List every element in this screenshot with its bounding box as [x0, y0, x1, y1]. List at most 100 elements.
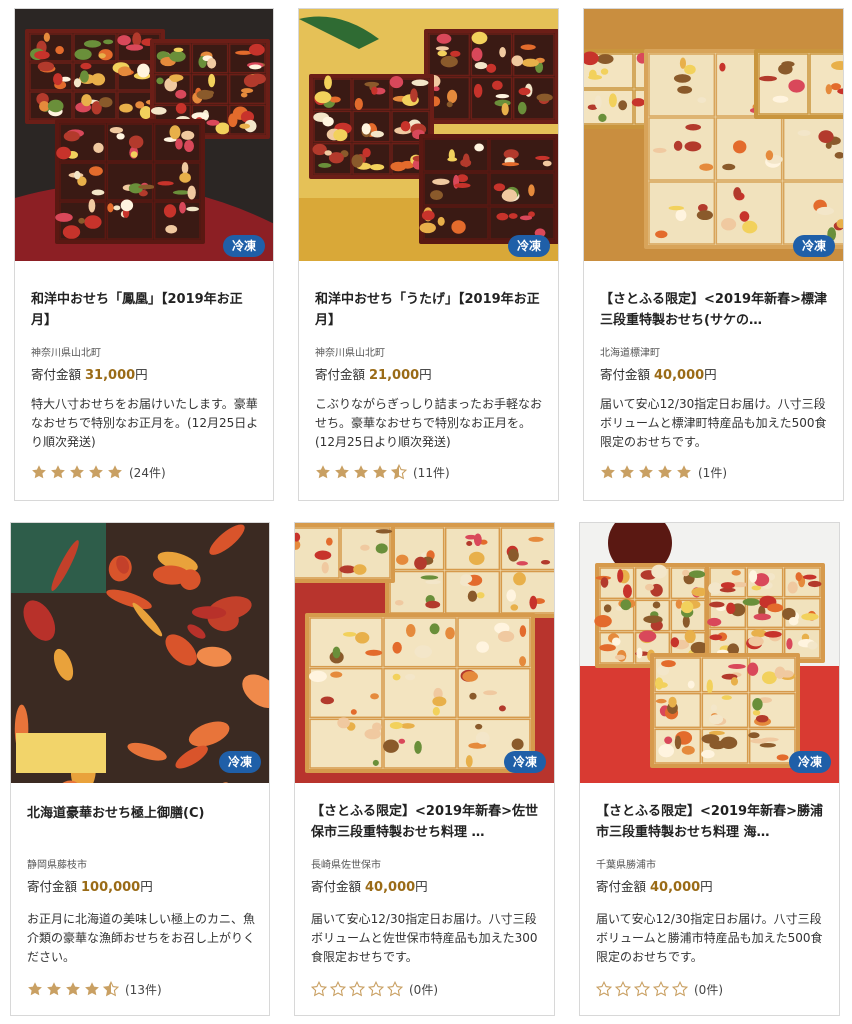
product-description: 特大八寸おせちをお届けいたします。豪華なおせちで特別なお正月を。(12月25日よ… [31, 397, 259, 449]
municipality-label: 北海道標津町 [600, 348, 660, 359]
price-amount: 21,000 [369, 368, 420, 383]
product-title[interactable]: 【さとふる限定】<2019年新春>佐世保市三段重特製おせち料理 … [311, 801, 542, 843]
price-unit: 円 [700, 879, 713, 894]
municipality-label: 長崎県佐世保市 [311, 860, 381, 871]
rating: (13件) [27, 981, 162, 997]
product-description: 届いて安心12/30指定日お届け。八寸三段ボリュームと標津町特産品も加えた500… [600, 397, 827, 449]
product-card[interactable]: 冷凍 北海道豪華おせち極上御膳(C) 静岡県藤枝市 寄付金額 100,000円 … [10, 522, 270, 1016]
product-title[interactable]: 北海道豪華おせち極上御膳(C) [27, 803, 257, 824]
frozen-badge: 冷凍 [507, 235, 550, 257]
donation-amount: 寄付金額 100,000円 [27, 878, 153, 897]
donation-amount: 寄付金額 21,000円 [315, 366, 432, 385]
price-label: 寄付金額 [31, 367, 82, 382]
star-outline-icon [330, 981, 346, 997]
rating: (11件) [315, 464, 450, 480]
star-filled-icon [32, 465, 46, 479]
price-label: 寄付金額 [27, 879, 78, 894]
star-rating [31, 464, 126, 480]
product-card[interactable]: 冷凍 【さとふる限定】<2019年新春>勝浦市三段重特製おせち料理 海… 千葉県… [579, 522, 840, 1016]
osechi-photo-illustration [11, 523, 269, 783]
star-outline-icon [615, 981, 631, 997]
review-count[interactable]: (0件) [409, 981, 438, 998]
donation-amount: 寄付金額 40,000円 [311, 878, 428, 897]
star-filled-icon [70, 465, 84, 479]
product-title[interactable]: 和洋中おせち「鳳凰」【2019年お正月】 [31, 289, 261, 331]
star-rating [311, 981, 406, 997]
product-card[interactable]: 冷凍 和洋中おせち「鳳凰」【2019年お正月】 神奈川県山北町 寄付金額 31,… [14, 8, 274, 501]
osechi-photo-illustration [15, 9, 273, 261]
star-outline-icon [349, 981, 365, 997]
review-count[interactable]: (1件) [698, 464, 727, 481]
review-count[interactable]: (0件) [694, 981, 723, 998]
star-filled-icon [47, 982, 61, 996]
product-description: こぶりながらぎっしり詰まったお手軽なおせち。豪華なおせちで特別なお正月を。(12… [315, 397, 543, 449]
price-amount: 40,000 [365, 880, 416, 895]
star-rating [600, 464, 695, 480]
price-label: 寄付金額 [311, 879, 362, 894]
star-outline-icon [311, 981, 327, 997]
price-label: 寄付金額 [596, 879, 647, 894]
rating: (0件) [311, 981, 438, 997]
star-filled-icon [316, 465, 330, 479]
product-photo[interactable] [580, 523, 839, 783]
product-card[interactable]: 冷凍 【さとふる限定】<2019年新春>標津三段重特製おせち(サケの… 北海道標… [583, 8, 844, 501]
osechi-photo-illustration [299, 9, 558, 261]
price-amount: 31,000 [85, 368, 136, 383]
star-rating [315, 464, 410, 480]
frozen-badge: 冷凍 [218, 751, 261, 773]
donation-amount: 寄付金額 40,000円 [596, 878, 713, 897]
osechi-photo-illustration [295, 523, 554, 783]
product-title[interactable]: 和洋中おせち「うたげ」【2019年お正月】 [315, 289, 546, 331]
review-count[interactable]: (24件) [129, 464, 166, 481]
frozen-badge: 冷凍 [792, 235, 835, 257]
donation-amount: 寄付金額 31,000円 [31, 366, 148, 385]
star-outline-icon [596, 981, 612, 997]
product-photo[interactable] [15, 9, 273, 261]
product-card[interactable]: 冷凍 【さとふる限定】<2019年新春>佐世保市三段重特製おせち料理 … 長崎県… [294, 522, 555, 1016]
price-unit: 円 [135, 367, 148, 382]
price-unit: 円 [419, 367, 432, 382]
star-half-icon [391, 464, 407, 480]
frozen-badge: 冷凍 [222, 235, 265, 257]
star-filled-icon [601, 465, 615, 479]
price-label: 寄付金額 [315, 367, 366, 382]
municipality-label: 神奈川県山北町 [31, 348, 101, 359]
star-filled-icon [85, 982, 99, 996]
star-outline-icon [634, 981, 650, 997]
review-count[interactable]: (11件) [413, 464, 450, 481]
frozen-badge: 冷凍 [788, 751, 831, 773]
product-title[interactable]: 【さとふる限定】<2019年新春>標津三段重特製おせち(サケの… [600, 289, 831, 331]
donation-amount: 寄付金額 40,000円 [600, 366, 717, 385]
product-title[interactable]: 【さとふる限定】<2019年新春>勝浦市三段重特製おせち料理 海… [596, 801, 827, 843]
review-count[interactable]: (13件) [125, 981, 162, 998]
star-filled-icon [66, 982, 80, 996]
municipality-label: 千葉県勝浦市 [596, 860, 656, 871]
star-outline-icon [387, 981, 403, 997]
product-photo[interactable] [299, 9, 558, 261]
product-card[interactable]: 冷凍 和洋中おせち「うたげ」【2019年お正月】 神奈川県山北町 寄付金額 21… [298, 8, 559, 501]
star-filled-icon [677, 465, 691, 479]
frozen-badge: 冷凍 [503, 751, 546, 773]
price-amount: 100,000 [81, 880, 141, 895]
price-unit: 円 [415, 879, 428, 894]
municipality-label: 神奈川県山北町 [315, 348, 385, 359]
price-unit: 円 [704, 367, 717, 382]
price-label: 寄付金額 [600, 367, 651, 382]
osechi-photo-illustration [580, 523, 839, 783]
product-description: 届いて安心12/30指定日お届け。八寸三段ボリュームと勝浦市特産品も加えた500… [596, 912, 823, 964]
star-filled-icon [354, 465, 368, 479]
star-filled-icon [639, 465, 653, 479]
rating: (1件) [600, 464, 727, 480]
price-unit: 円 [140, 879, 153, 894]
star-outline-icon [672, 981, 688, 997]
star-filled-icon [620, 465, 634, 479]
star-rating [27, 981, 122, 997]
rating: (0件) [596, 981, 723, 997]
product-photo[interactable] [584, 9, 843, 261]
star-filled-icon [89, 465, 103, 479]
product-photo[interactable] [11, 523, 269, 783]
product-photo[interactable] [295, 523, 554, 783]
star-filled-icon [51, 465, 65, 479]
osechi-photo-illustration [584, 9, 843, 261]
product-description: 届いて安心12/30指定日お届け。八寸三段ボリュームと佐世保市特産品も加えた30… [311, 912, 538, 964]
